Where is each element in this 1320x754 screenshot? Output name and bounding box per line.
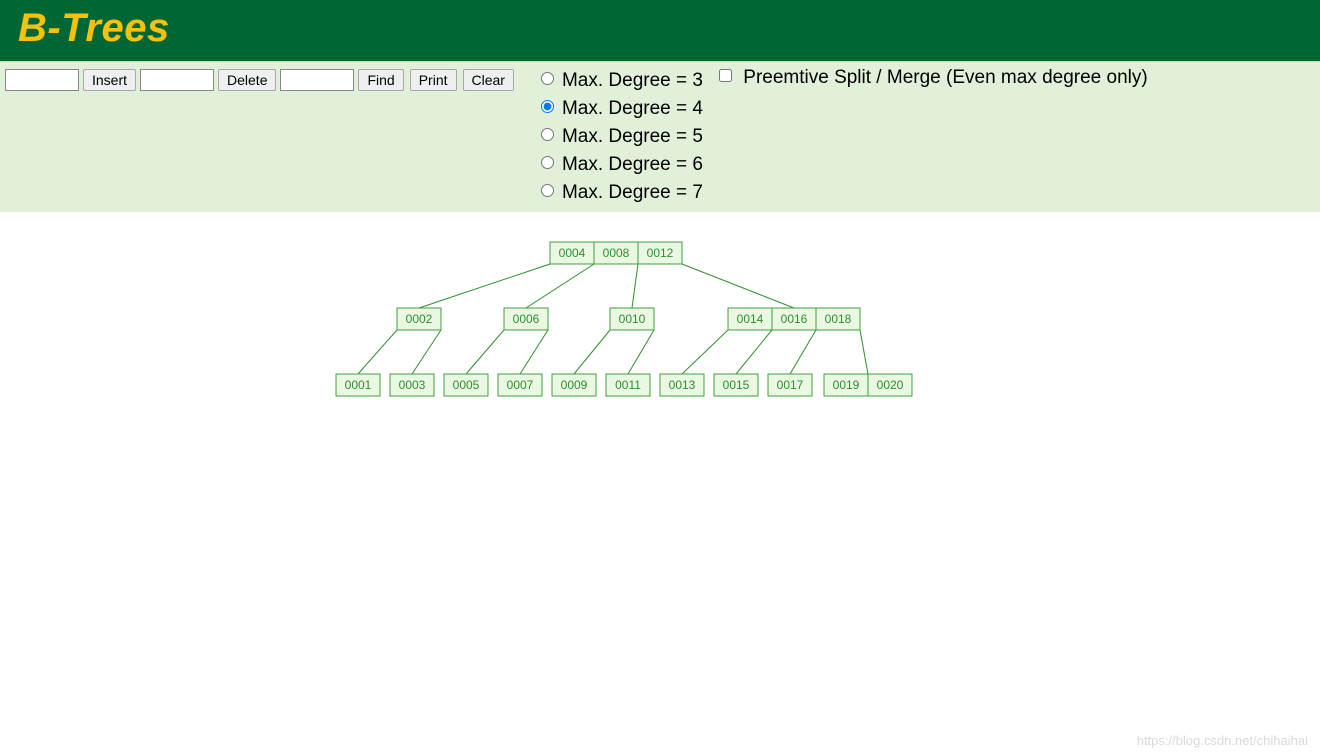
find-button[interactable]: Find bbox=[358, 69, 403, 91]
page-title: B-Trees bbox=[18, 6, 1302, 51]
tree-edge bbox=[526, 264, 594, 308]
header: B-Trees bbox=[0, 0, 1320, 61]
node-key: 0007 bbox=[507, 378, 534, 392]
clear-button[interactable]: Clear bbox=[463, 69, 514, 91]
degree-option-label: Max. Degree = 5 bbox=[562, 126, 703, 147]
controls-left: Insert Delete Find Print Clear bbox=[5, 67, 518, 91]
tree-edge bbox=[736, 330, 772, 374]
tree-edge bbox=[790, 330, 816, 374]
delete-button[interactable]: Delete bbox=[218, 69, 276, 91]
tree-edge bbox=[628, 330, 654, 374]
insert-input[interactable] bbox=[5, 69, 79, 91]
node-key: 0019 bbox=[833, 378, 860, 392]
tree-node: 0002 bbox=[397, 308, 441, 330]
tree-edge bbox=[412, 330, 441, 374]
degree-option-label: Max. Degree = 6 bbox=[562, 154, 703, 175]
tree-node: 0014 0016 0018 bbox=[728, 308, 860, 330]
tree-edge bbox=[682, 330, 728, 374]
tree-node: 0001 bbox=[336, 374, 380, 396]
tree-svg: 0004 0008 0012 0002 0006 0010 0014 0016 0018 0001… bbox=[0, 212, 1320, 642]
degree-option-label: Max. Degree = 3 bbox=[562, 70, 703, 91]
tree-node: 0009 bbox=[552, 374, 596, 396]
degree-radio-4[interactable] bbox=[541, 100, 554, 113]
tree-node: 0003 bbox=[390, 374, 434, 396]
degree-radio-6[interactable] bbox=[541, 156, 554, 169]
tree-node: 0006 bbox=[504, 308, 548, 330]
tree-edge bbox=[632, 264, 638, 308]
node-key: 0013 bbox=[669, 378, 696, 392]
node-key: 0011 bbox=[615, 378, 641, 392]
node-key: 0001 bbox=[345, 378, 372, 392]
find-input[interactable] bbox=[280, 69, 354, 91]
degree-option-6[interactable]: Max. Degree = 6 bbox=[536, 151, 703, 179]
tree-edge bbox=[682, 264, 794, 308]
tree-edge bbox=[860, 330, 868, 374]
preemptive-label-text: Preemtive Split / Merge (Even max degree… bbox=[743, 67, 1147, 88]
node-key: 0008 bbox=[603, 246, 630, 260]
degree-option-label: Max. Degree = 4 bbox=[562, 98, 703, 119]
degree-option-3[interactable]: Max. Degree = 3 bbox=[536, 67, 703, 95]
node-key: 0004 bbox=[559, 246, 586, 260]
degree-option-4[interactable]: Max. Degree = 4 bbox=[536, 95, 703, 123]
node-key: 0018 bbox=[825, 312, 852, 326]
node-key: 0002 bbox=[406, 312, 433, 326]
tree-node: 0004 0008 0012 bbox=[550, 242, 682, 264]
tree-node: 0017 bbox=[768, 374, 812, 396]
node-key: 0015 bbox=[723, 378, 750, 392]
preemptive-option: Preemtive Split / Merge (Even max degree… bbox=[715, 67, 1148, 89]
degree-option-label: Max. Degree = 7 bbox=[562, 182, 703, 203]
tree-edge bbox=[574, 330, 610, 374]
controls-bar: Insert Delete Find Print Clear Max. Degr… bbox=[0, 61, 1320, 212]
node-key: 0010 bbox=[619, 312, 646, 326]
tree-edge bbox=[520, 330, 548, 374]
tree-node: 0015 bbox=[714, 374, 758, 396]
tree-node: 0011 bbox=[606, 374, 650, 396]
degree-options: Max. Degree = 3 Max. Degree = 4 Max. Degre… bbox=[536, 67, 703, 207]
node-key: 0020 bbox=[877, 378, 904, 392]
node-key: 0005 bbox=[453, 378, 480, 392]
degree-radio-5[interactable] bbox=[541, 128, 554, 141]
tree-edge bbox=[466, 330, 504, 374]
degree-option-5[interactable]: Max. Degree = 5 bbox=[536, 123, 703, 151]
node-key: 0016 bbox=[781, 312, 808, 326]
degree-option-7[interactable]: Max. Degree = 7 bbox=[536, 179, 703, 207]
degree-radio-7[interactable] bbox=[541, 184, 554, 197]
node-key: 0017 bbox=[777, 378, 804, 392]
insert-button[interactable]: Insert bbox=[83, 69, 136, 91]
preemptive-checkbox[interactable] bbox=[719, 69, 732, 82]
node-key: 0014 bbox=[737, 312, 764, 326]
tree-node: 0010 bbox=[610, 308, 654, 330]
tree-edge bbox=[419, 264, 550, 308]
preemptive-label[interactable]: Preemtive Split / Merge (Even max degree… bbox=[715, 67, 1148, 88]
tree-canvas: 0004 0008 0012 0002 0006 0010 0014 0016 0018 0001… bbox=[0, 212, 1320, 642]
node-key: 0003 bbox=[399, 378, 426, 392]
degree-radio-3[interactable] bbox=[541, 72, 554, 85]
node-key: 0009 bbox=[561, 378, 588, 392]
tree-node: 0005 bbox=[444, 374, 488, 396]
tree-edge bbox=[358, 330, 397, 374]
delete-input[interactable] bbox=[140, 69, 214, 91]
tree-node: 0013 bbox=[660, 374, 704, 396]
tree-node: 0007 bbox=[498, 374, 542, 396]
print-button[interactable]: Print bbox=[410, 69, 457, 91]
watermark-text: https://blog.csdn.net/chihaihai bbox=[1137, 733, 1308, 748]
tree-node: 0019 0020 bbox=[824, 374, 912, 396]
node-key: 0012 bbox=[647, 246, 674, 260]
node-key: 0006 bbox=[513, 312, 540, 326]
